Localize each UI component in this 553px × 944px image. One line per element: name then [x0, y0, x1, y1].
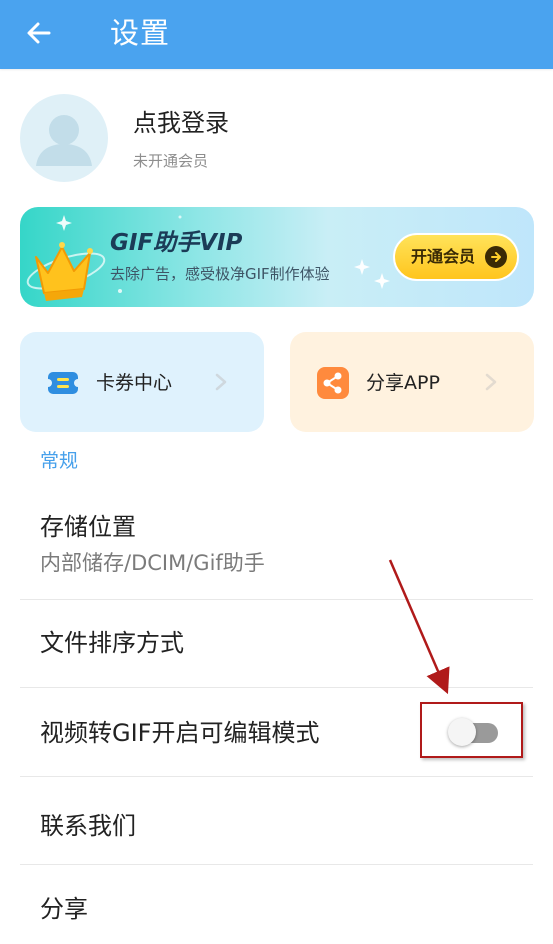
membership-status: 未开通会员: [133, 152, 209, 170]
annotation-highlight-box: [420, 702, 523, 758]
settings-screen: 设置 点我登录 未开通会员 GIF助手VIP 去除广告，感受极净GIF制作体验 …: [0, 0, 553, 944]
vip-title: GIF助手VIP: [110, 230, 243, 256]
setting-share[interactable]: 分享: [20, 865, 533, 944]
vip-banner[interactable]: GIF助手VIP 去除广告，感受极净GIF制作体验 开通会员: [20, 207, 534, 307]
share-app-card[interactable]: 分享APP: [290, 332, 534, 432]
setting-title: 联系我们: [40, 812, 136, 840]
open-membership-button[interactable]: 开通会员: [393, 233, 519, 281]
crown-icon: [26, 242, 106, 301]
arrow-right-icon: [485, 246, 507, 268]
vip-subtitle: 去除广告，感受极净GIF制作体验: [110, 265, 330, 283]
setting-subtitle: 内部储存/DCIM/Gif助手: [40, 551, 265, 575]
chevron-right-icon: [215, 373, 227, 391]
setting-contact-us[interactable]: 联系我们: [20, 777, 533, 864]
coupon-center-card[interactable]: 卡券中心: [20, 332, 264, 432]
setting-title: 文件排序方式: [40, 629, 184, 657]
share-icon: [317, 367, 349, 399]
chevron-right-icon: [485, 373, 497, 391]
section-header-general: 常规: [40, 450, 79, 472]
arrow-left-icon: [27, 22, 51, 44]
top-app-bar: 设置: [0, 0, 553, 69]
login-prompt[interactable]: 点我登录: [133, 106, 229, 140]
user-icon: [36, 115, 92, 166]
open-membership-label: 开通会员: [411, 247, 476, 266]
share-app-label: 分享APP: [366, 372, 440, 394]
setting-title: 存储位置: [40, 513, 136, 541]
page-title: 设置: [110, 16, 171, 50]
avatar[interactable]: [20, 94, 108, 182]
coupon-center-label: 卡券中心: [96, 372, 173, 394]
setting-title: 分享: [40, 895, 88, 923]
coupon-icon: [46, 372, 80, 394]
annotation-arrow: [388, 559, 450, 695]
back-button[interactable]: [18, 12, 60, 54]
setting-title: 视频转GIF开启可编辑模式: [40, 719, 320, 747]
